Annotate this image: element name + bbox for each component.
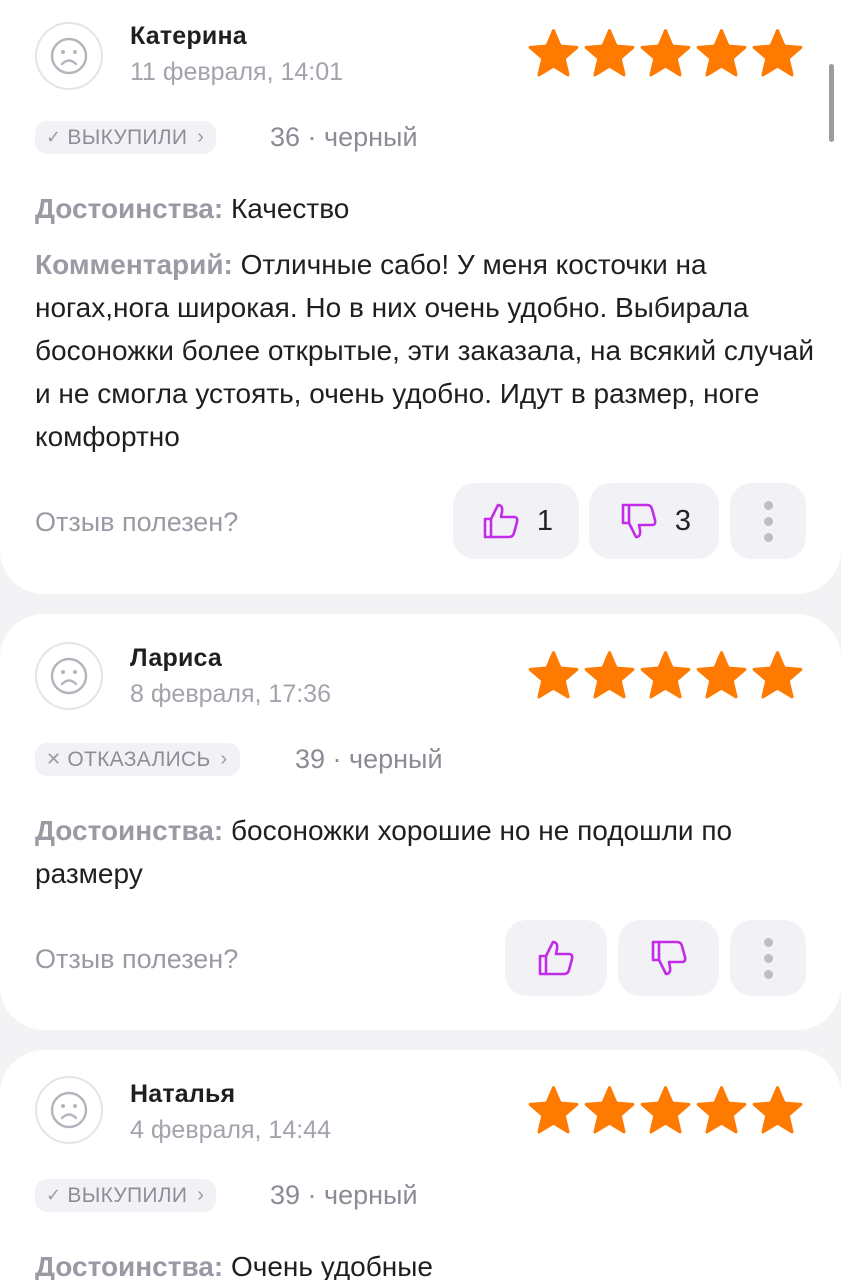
pros-label: Достоинства: <box>35 193 224 224</box>
chevron-right-icon: › <box>197 1184 205 1206</box>
chevron-right-icon: › <box>220 748 228 770</box>
star-icon <box>694 1085 749 1137</box>
star-icon <box>750 28 805 80</box>
sad-face-icon <box>50 1091 88 1129</box>
rating-stars <box>526 650 805 702</box>
star-icon <box>638 28 693 80</box>
review-card: Наталья 4 февраля, 14:44 ✓ ВЫКУПИЛИ › 39… <box>0 1050 841 1280</box>
star-icon <box>526 650 581 702</box>
review-date: 8 февраля, 17:36 <box>130 680 331 708</box>
status-label: ВЫКУПИЛИ <box>67 1183 188 1207</box>
review-card: Катерина 11 февраля, 14:01 ✓ ВЫКУПИЛИ › … <box>0 0 841 594</box>
author-name: Катерина <box>130 22 247 50</box>
more-vertical-icon <box>763 937 773 979</box>
star-icon <box>750 650 805 702</box>
thumbs-down-icon <box>621 503 657 539</box>
reviews-feed: Катерина 11 февраля, 14:01 ✓ ВЫКУПИЛИ › … <box>0 0 841 1280</box>
review-pros: Достоинства: босоножки хорошие но не под… <box>35 809 815 895</box>
like-button[interactable]: 1 <box>453 483 579 559</box>
avatar <box>35 1076 103 1144</box>
purchase-status-badge[interactable]: ✓ ВЫКУПИЛИ › <box>35 1179 217 1212</box>
check-icon: ✓ <box>46 1185 62 1205</box>
size-color-variant: 39 · черный <box>295 744 443 774</box>
rating-stars <box>526 28 805 80</box>
pros-text: Очень удобные <box>230 1251 433 1280</box>
star-icon <box>526 1085 581 1137</box>
star-icon <box>638 1085 693 1137</box>
star-icon <box>694 28 749 80</box>
thumbs-up-icon <box>538 940 574 976</box>
review-date: 4 февраля, 14:44 <box>130 1116 331 1144</box>
avatar <box>35 22 103 90</box>
star-icon <box>694 650 749 702</box>
sad-face-icon <box>50 37 88 75</box>
star-icon <box>750 1085 805 1137</box>
pros-text: Качество <box>230 193 350 224</box>
purchase-status-badge[interactable]: ✓ ВЫКУПИЛИ › <box>35 121 217 154</box>
star-icon <box>638 650 693 702</box>
thumbs-down-icon <box>651 940 686 976</box>
review-pros: Достоинства: Качество <box>35 187 815 230</box>
review-date: 11 февраля, 14:01 <box>130 58 344 86</box>
size-color-variant: 36 · черный <box>270 122 418 152</box>
status-label: ОТКАЗАЛИСЬ <box>67 747 211 771</box>
size-color-variant: 39 · черный <box>270 1180 418 1210</box>
author-name: Наталья <box>130 1080 236 1108</box>
star-icon <box>582 650 637 702</box>
purchase-status-badge[interactable]: ✕ ОТКАЗАЛИСЬ › <box>35 743 240 776</box>
more-options-button[interactable] <box>730 920 806 996</box>
helpful-question: Отзыв полезен? <box>35 507 239 537</box>
more-vertical-icon <box>763 500 773 542</box>
review-comment: Комментарий: Отличные сабо! У меня косто… <box>35 243 815 458</box>
cross-icon: ✕ <box>46 749 62 769</box>
review-pros: Достоинства: Очень удобные <box>35 1245 815 1280</box>
like-count: 1 <box>536 504 554 537</box>
scrollbar[interactable] <box>829 64 834 142</box>
star-icon <box>526 28 581 80</box>
pros-label: Достоинства: <box>35 815 224 846</box>
like-button[interactable] <box>505 920 607 996</box>
status-label: ВЫКУПИЛИ <box>67 125 188 149</box>
avatar <box>35 642 103 710</box>
review-card: Лариса 8 февраля, 17:36 ✕ ОТКАЗАЛИСЬ › 3… <box>0 614 841 1030</box>
star-icon <box>582 28 637 80</box>
more-options-button[interactable] <box>730 483 806 559</box>
star-icon <box>582 1085 637 1137</box>
dislike-count: 3 <box>674 504 692 537</box>
dislike-button[interactable] <box>618 920 719 996</box>
chevron-right-icon: › <box>197 126 205 148</box>
pros-label: Достоинства: <box>35 1251 224 1280</box>
comment-label: Комментарий: <box>35 249 233 280</box>
helpful-question: Отзыв полезен? <box>35 944 239 974</box>
thumbs-up-icon <box>483 503 519 539</box>
rating-stars <box>526 1085 805 1137</box>
sad-face-icon <box>50 657 88 695</box>
check-icon: ✓ <box>46 127 62 147</box>
author-name: Лариса <box>130 644 223 672</box>
dislike-button[interactable]: 3 <box>589 483 719 559</box>
